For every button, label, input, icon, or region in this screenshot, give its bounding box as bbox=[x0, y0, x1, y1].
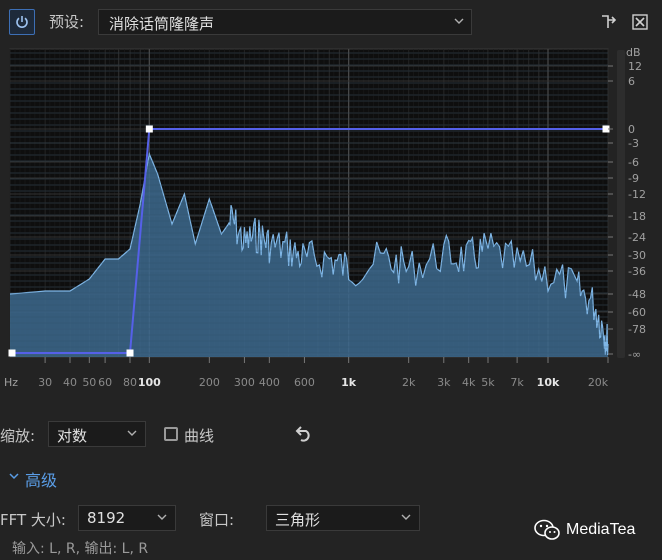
chevron-down-icon bbox=[401, 514, 411, 520]
close-icon[interactable] bbox=[631, 13, 649, 31]
window-dropdown[interactable]: 三角形 bbox=[266, 505, 420, 531]
fft-size-label: FFT 大小: bbox=[0, 511, 66, 529]
db-tick-label: 12 bbox=[628, 60, 642, 73]
eq-handle-1[interactable] bbox=[8, 349, 16, 357]
reset-icon[interactable] bbox=[293, 425, 313, 443]
freq-tick-label: 100 bbox=[138, 376, 161, 389]
curve-label: 曲线 bbox=[184, 427, 215, 445]
freq-tick-label: 30 bbox=[38, 376, 52, 389]
curve-checkbox[interactable] bbox=[164, 427, 178, 441]
freq-tick-label: 20k bbox=[588, 376, 609, 389]
fft-size-dropdown[interactable]: 8192 bbox=[78, 505, 176, 531]
db-tick-label: -48 bbox=[628, 288, 646, 301]
freq-tick-label: 40 bbox=[63, 376, 77, 389]
chevron-down-icon bbox=[127, 430, 137, 436]
window-label: 窗口: bbox=[199, 511, 235, 529]
db-scrollbar[interactable] bbox=[617, 50, 625, 358]
db-unit-label: dB bbox=[626, 46, 641, 59]
chevron-down-icon bbox=[454, 18, 464, 24]
preset-label: 预设: bbox=[49, 13, 85, 31]
freq-tick-label: 7k bbox=[510, 376, 524, 389]
routing-icon[interactable] bbox=[600, 13, 618, 31]
zoom-dropdown[interactable]: 对数 bbox=[48, 421, 146, 447]
db-tick-label: 6 bbox=[628, 75, 635, 88]
freq-tick-label: 50 bbox=[82, 376, 96, 389]
chevron-down-icon bbox=[157, 514, 167, 520]
eq-handle-2[interactable] bbox=[126, 349, 134, 357]
freq-tick-label: 200 bbox=[199, 376, 220, 389]
db-tick-label: -3 bbox=[628, 137, 639, 150]
db-tick-label: -18 bbox=[628, 210, 646, 223]
wechat-logo-icon bbox=[534, 519, 560, 540]
preset-value: 消除话筒隆隆声 bbox=[109, 15, 215, 33]
freq-tick-label: 10k bbox=[537, 376, 560, 389]
freq-tick-label: 5k bbox=[481, 376, 495, 389]
db-tick-label: -6 bbox=[628, 156, 639, 169]
window-value: 三角形 bbox=[275, 511, 321, 529]
eq-handle-3[interactable] bbox=[145, 125, 153, 133]
preset-dropdown[interactable]: 消除话筒隆隆声 bbox=[98, 9, 472, 35]
freq-tick-label: 80 bbox=[123, 376, 137, 389]
db-tick-label: 0 bbox=[628, 123, 635, 136]
freq-unit-label: Hz bbox=[4, 376, 18, 389]
freq-tick-label: 1k bbox=[341, 376, 357, 389]
power-icon bbox=[16, 16, 28, 28]
freq-tick-label: 2k bbox=[402, 376, 416, 389]
freq-tick-label: 3k bbox=[437, 376, 451, 389]
freq-tick-label: 400 bbox=[259, 376, 280, 389]
advanced-toggle[interactable]: 高级 bbox=[25, 467, 57, 491]
freq-tick-label: 4k bbox=[462, 376, 476, 389]
freq-tick-label: 300 bbox=[234, 376, 255, 389]
db-tick-label: -12 bbox=[628, 188, 646, 201]
db-tick-label: -∞ bbox=[628, 348, 641, 361]
power-toggle-button[interactable] bbox=[9, 9, 35, 35]
zoom-value: 对数 bbox=[57, 427, 88, 445]
db-tick-label: -60 bbox=[628, 306, 646, 319]
chevron-down-icon[interactable] bbox=[8, 470, 20, 482]
eq-graph[interactable]: dB1260-3-6-9-12-18-24-30-36-48-60-78-∞ H… bbox=[0, 44, 662, 394]
io-channels: 输入: L, R, 输出: L, R bbox=[12, 541, 149, 557]
db-tick-label: -9 bbox=[628, 172, 639, 185]
db-tick-label: -30 bbox=[628, 249, 646, 262]
watermark-text: MediaTea bbox=[566, 521, 636, 538]
db-tick-label: -36 bbox=[628, 265, 646, 278]
fft-size-value: 8192 bbox=[87, 509, 126, 527]
freq-tick-label: 60 bbox=[98, 376, 112, 389]
freq-tick-label: 600 bbox=[294, 376, 315, 389]
db-tick-label: -24 bbox=[628, 231, 646, 244]
zoom-label: 缩放: bbox=[0, 427, 36, 445]
db-tick-label: -78 bbox=[628, 323, 646, 336]
